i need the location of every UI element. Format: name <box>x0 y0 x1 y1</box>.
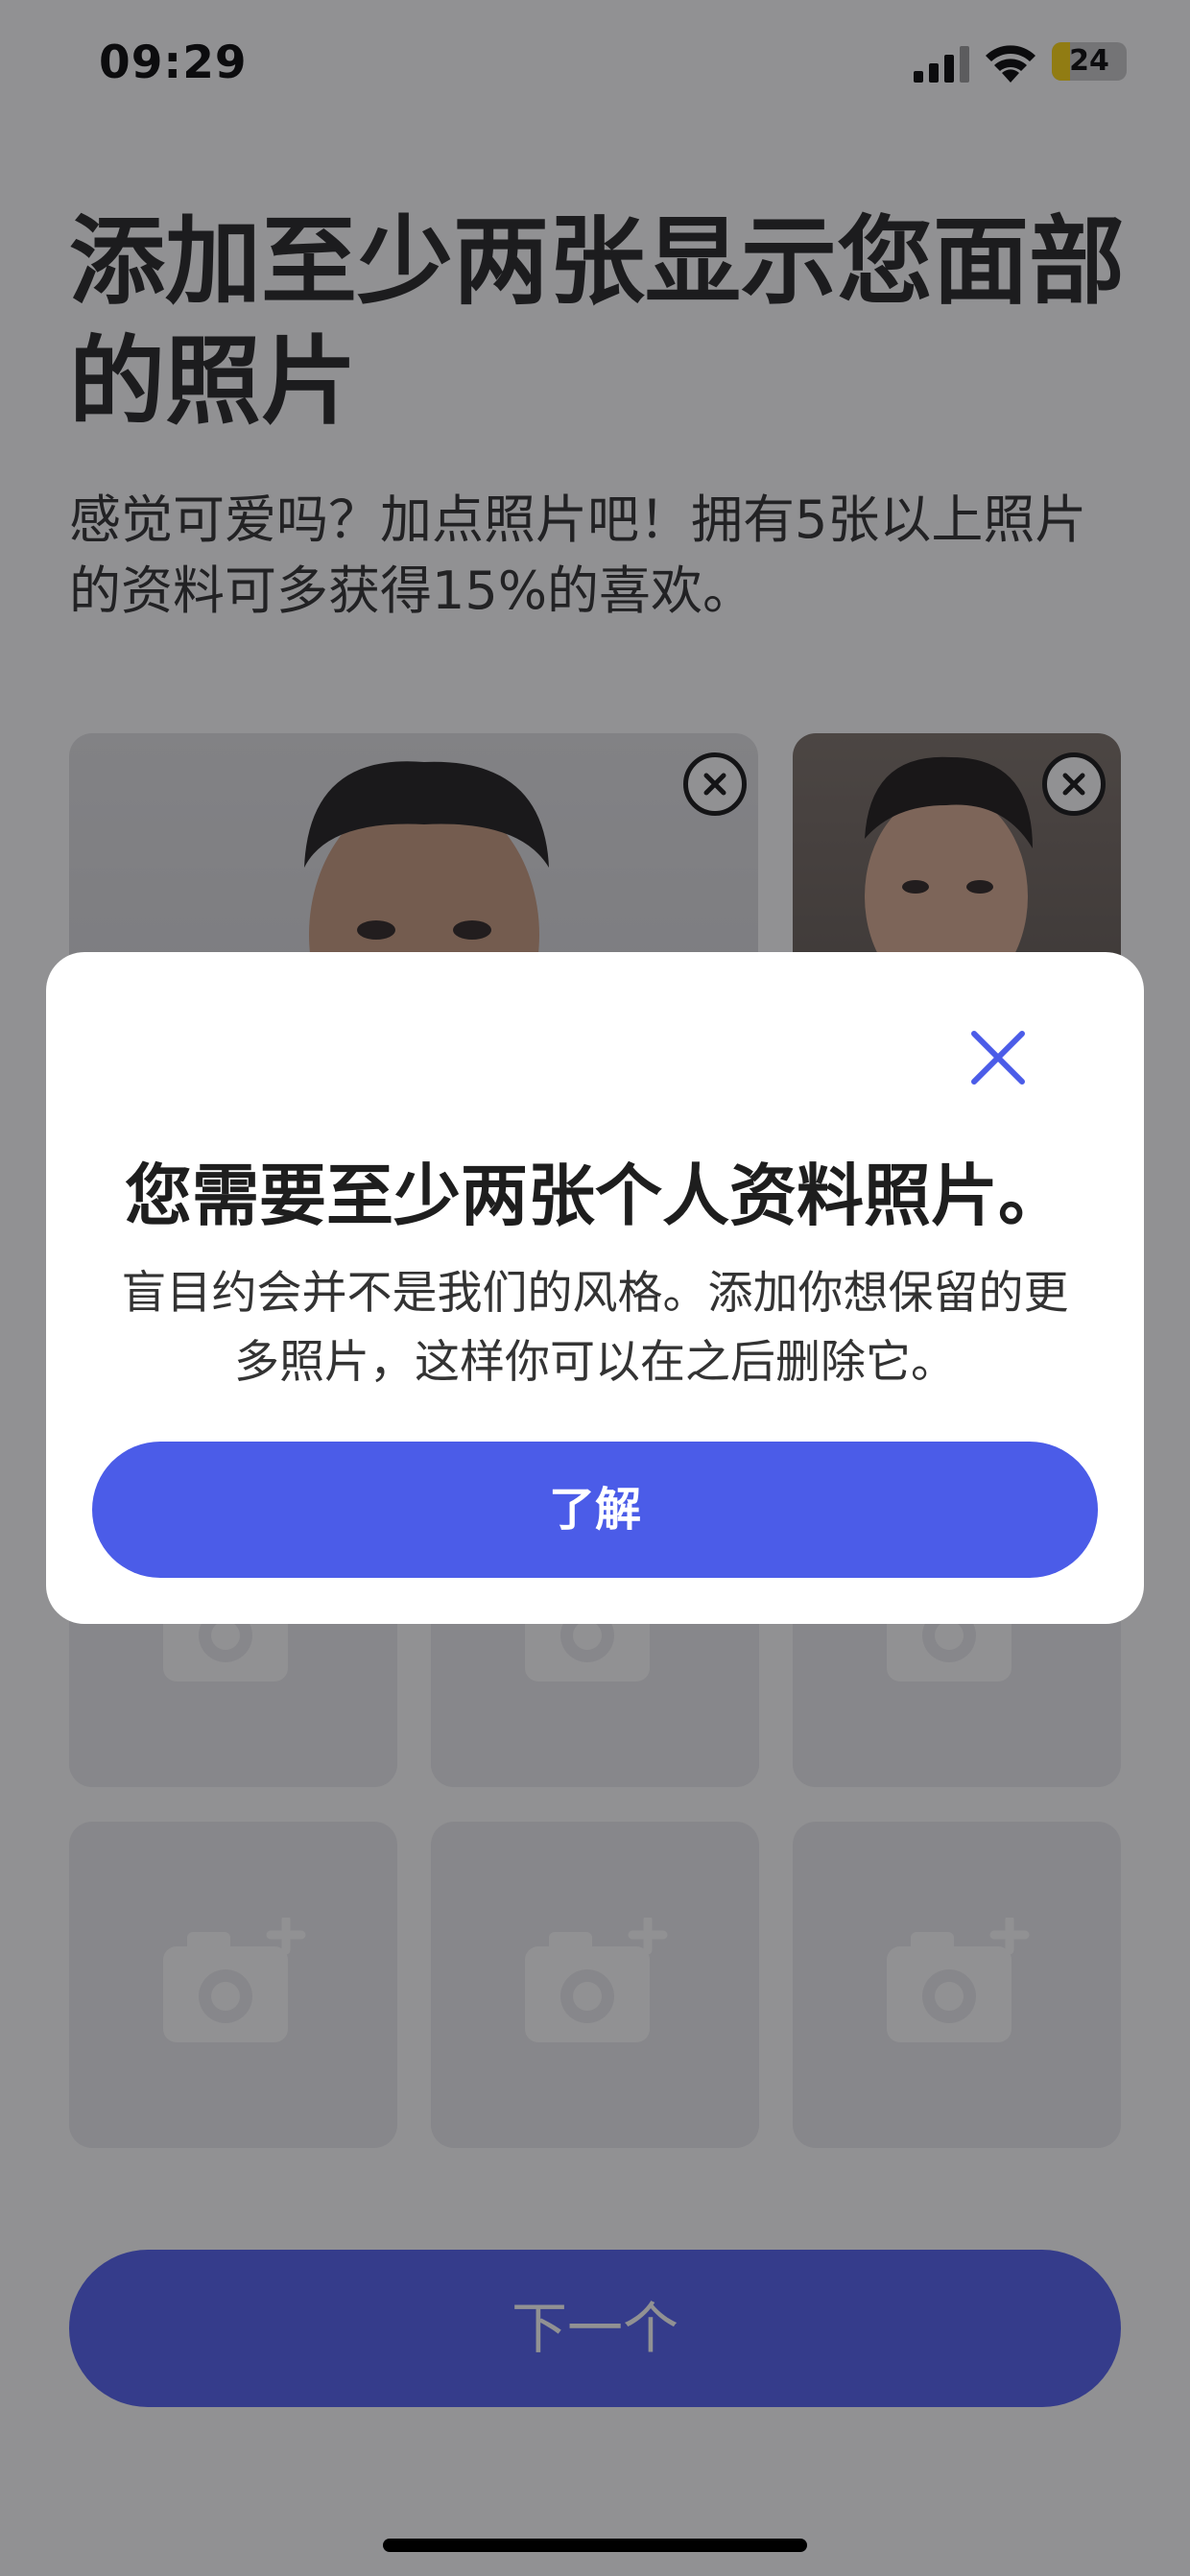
dialog-title: 您需要至少两张个人资料照片。 <box>125 1157 1065 1235</box>
dialog-close-button[interactable] <box>960 1019 1036 1096</box>
dialog-message: 盲目约会并不是我们的风格。添加你想保留的更多照片，这样你可以在之后删除它。 <box>121 1267 1069 1389</box>
home-indicator[interactable] <box>383 2539 807 2552</box>
close-icon <box>971 1031 1025 1085</box>
dialog-confirm-button[interactable]: 了解 <box>92 1442 1098 1578</box>
